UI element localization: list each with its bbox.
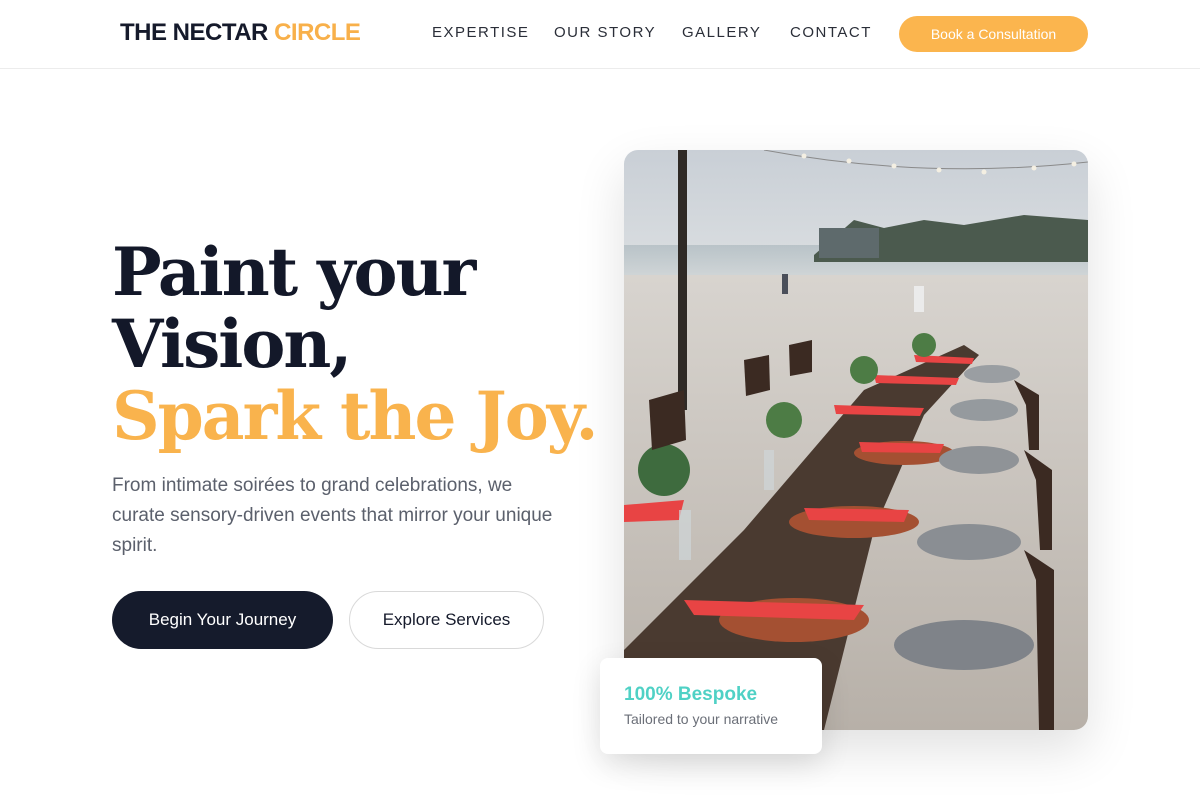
explore-services-button[interactable]: Explore Services (349, 591, 544, 649)
site-header: THE NECTAR CIRCLE EXPERTISE OUR STORY GA… (0, 0, 1200, 69)
nav-item-contact[interactable]: CONTACT (790, 24, 872, 41)
hero-photo (624, 150, 1088, 730)
begin-journey-button[interactable]: Begin Your Journey (112, 591, 333, 649)
nav-item-gallery[interactable]: GALLERY (682, 24, 761, 41)
headline-line-1: Paint your (112, 233, 476, 311)
bespoke-badge: 100% Bespoke Tailored to your narrative (600, 658, 822, 754)
nav-item-our-story[interactable]: OUR STORY (554, 24, 656, 41)
badge-subtitle: Tailored to your narrative (624, 711, 779, 727)
hero-headline: Paint your Vision, Spark the Joy. (112, 236, 632, 452)
badge-title: 100% Bespoke (624, 684, 758, 705)
hero-subtext: From intimate soirées to grand celebrati… (112, 475, 553, 556)
nav-item-expertise[interactable]: EXPERTISE (432, 24, 529, 41)
book-consultation-button[interactable]: Book a Consultation (899, 16, 1088, 52)
headline-line-3: Spark the Joy. (112, 377, 599, 455)
headline-line-2: Vision, (112, 305, 352, 383)
